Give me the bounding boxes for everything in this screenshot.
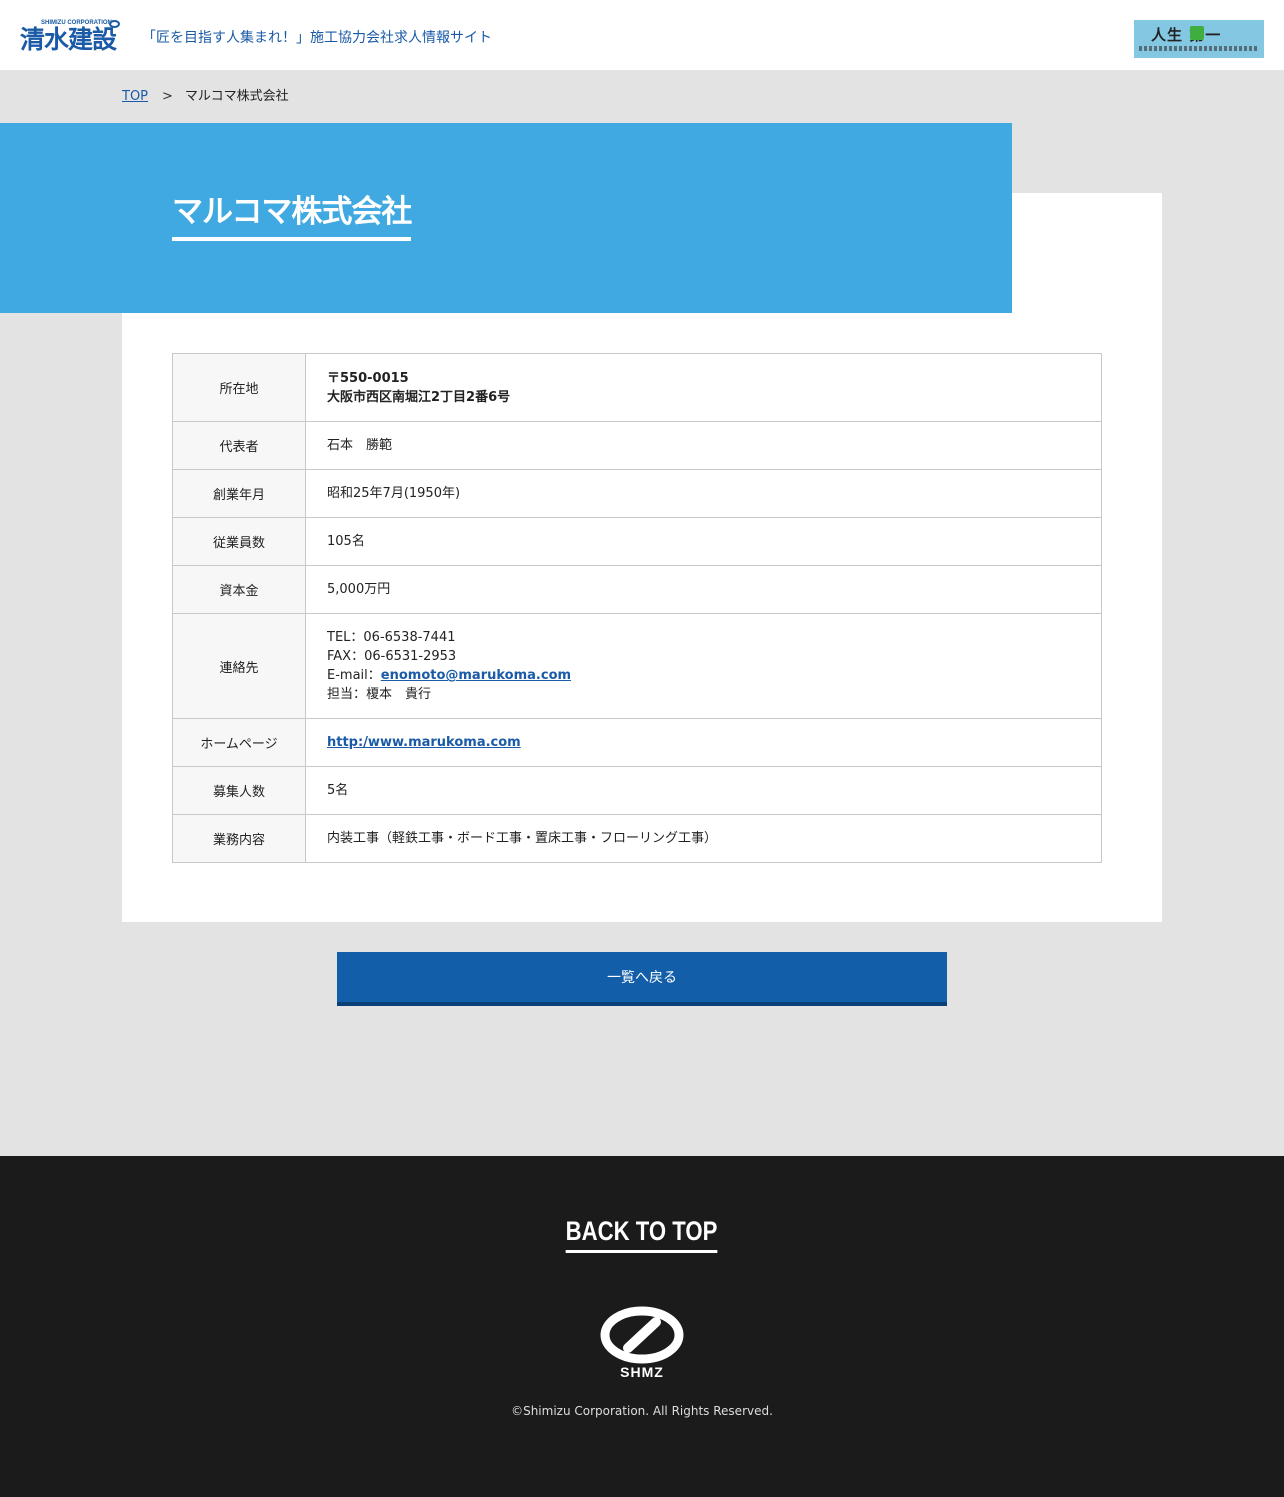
copyright-text: ©Shimizu Corporation. All Rights Reserve… [511, 1404, 773, 1418]
jinsei-daiichi-banner[interactable]: 人生 第一 [1134, 20, 1264, 58]
address-zip: 〒550-0015 [327, 370, 409, 386]
banner-title: 人生 第一 [1151, 26, 1222, 44]
row-label-recruits: 募集人数 [172, 766, 306, 815]
breadcrumb-top-link[interactable]: TOP [122, 89, 148, 104]
row-label-business: 業務内容 [172, 814, 306, 863]
table-row: 業務内容 内装工事（軽鉄工事・ボード工事・置床工事・フローリング工事） [172, 814, 1102, 863]
shimz-logo-text: SHMZ [620, 1364, 664, 1380]
row-value-contact: TEL：06-6538-7441 FAX：06-6531-2953 E-mail… [305, 613, 1102, 719]
table-row: 創業年月 昭和25年7月(1950年) [172, 469, 1102, 518]
shimizu-logo[interactable]: SHIMIZU CORPORATION 清水建設 [20, 20, 124, 56]
site-tagline[interactable]: 「匠を目指す人集まれ！」施工協力会社求人情報サイト [142, 28, 492, 48]
back-to-top-link[interactable]: BACK TO TOP [566, 1214, 718, 1253]
row-value-homepage: http:/www.marukoma.com [305, 718, 1102, 767]
address-line: 大阪市西区南堀江2丁目2番6号 [327, 389, 511, 405]
page-title: マルコマ株式会社 [172, 190, 412, 241]
row-label-capital: 資本金 [172, 565, 306, 614]
contact-tel: TEL：06-6538-7441 [327, 630, 456, 645]
row-value-representative: 石本 勝範 [305, 421, 1102, 470]
shimz-logo[interactable]: SHMZ [600, 1306, 684, 1382]
back-to-list-button[interactable]: 一覧へ戻る [337, 952, 947, 1006]
table-row: ホームページ http:/www.marukoma.com [172, 718, 1102, 767]
table-row: 所在地 〒550-0015 大阪市西区南堀江2丁目2番6号 [172, 353, 1102, 422]
row-value-business: 内装工事（軽鉄工事・ボード工事・置床工事・フローリング工事） [305, 814, 1102, 863]
row-value-address: 〒550-0015 大阪市西区南堀江2丁目2番6号 [305, 353, 1102, 422]
table-row: 代表者 石本 勝範 [172, 421, 1102, 470]
email-prefix: E-mail： [327, 668, 381, 683]
row-label-founded: 創業年月 [172, 469, 306, 518]
row-value-recruits: 5名 [305, 766, 1102, 815]
row-label-homepage: ホームページ [172, 718, 306, 767]
table-row: 資本金 5,000万円 [172, 565, 1102, 614]
row-value-capital: 5,000万円 [305, 565, 1102, 614]
back-to-top: BACK TO TOP [0, 1214, 1284, 1253]
email-link[interactable]: enomoto@marukoma.com [381, 668, 571, 683]
contact-fax: FAX：06-6531-2953 [327, 649, 457, 664]
row-label-employees: 従業員数 [172, 517, 306, 566]
row-label-representative: 代表者 [172, 421, 306, 470]
table-row: 募集人数 5名 [172, 766, 1102, 815]
breadcrumb: TOP > マルコマ株式会社 [122, 87, 289, 107]
homepage-link[interactable]: http:/www.marukoma.com [327, 735, 521, 750]
hero-band [0, 123, 1012, 313]
site-header: SHIMIZU CORPORATION 清水建設 「匠を目指す人集まれ！」施工協… [0, 0, 1284, 70]
table-row: 連絡先 TEL：06-6538-7441 FAX：06-6531-2953 E-… [172, 613, 1102, 719]
logo-main-text: 清水建設 [20, 25, 117, 54]
shimz-emblem-icon [600, 1306, 684, 1364]
contact-email-line: E-mail：enomoto@marukoma.com [327, 666, 1080, 685]
table-row: 従業員数 105名 [172, 517, 1102, 566]
company-info-table: 所在地 〒550-0015 大阪市西区南堀江2丁目2番6号 代表者 石本 勝範 … [172, 353, 1102, 863]
row-label-address: 所在地 [172, 353, 306, 422]
row-label-contact: 連絡先 [172, 613, 306, 719]
row-value-employees: 105名 [305, 517, 1102, 566]
banner-cross-icon [1190, 26, 1204, 40]
banner-subtext [1139, 46, 1259, 51]
breadcrumb-separator: > [162, 89, 173, 104]
breadcrumb-current: マルコマ株式会社 [184, 89, 289, 104]
row-value-founded: 昭和25年7月(1950年) [305, 469, 1102, 518]
contact-person: 担当：榎本 貴行 [327, 687, 432, 702]
